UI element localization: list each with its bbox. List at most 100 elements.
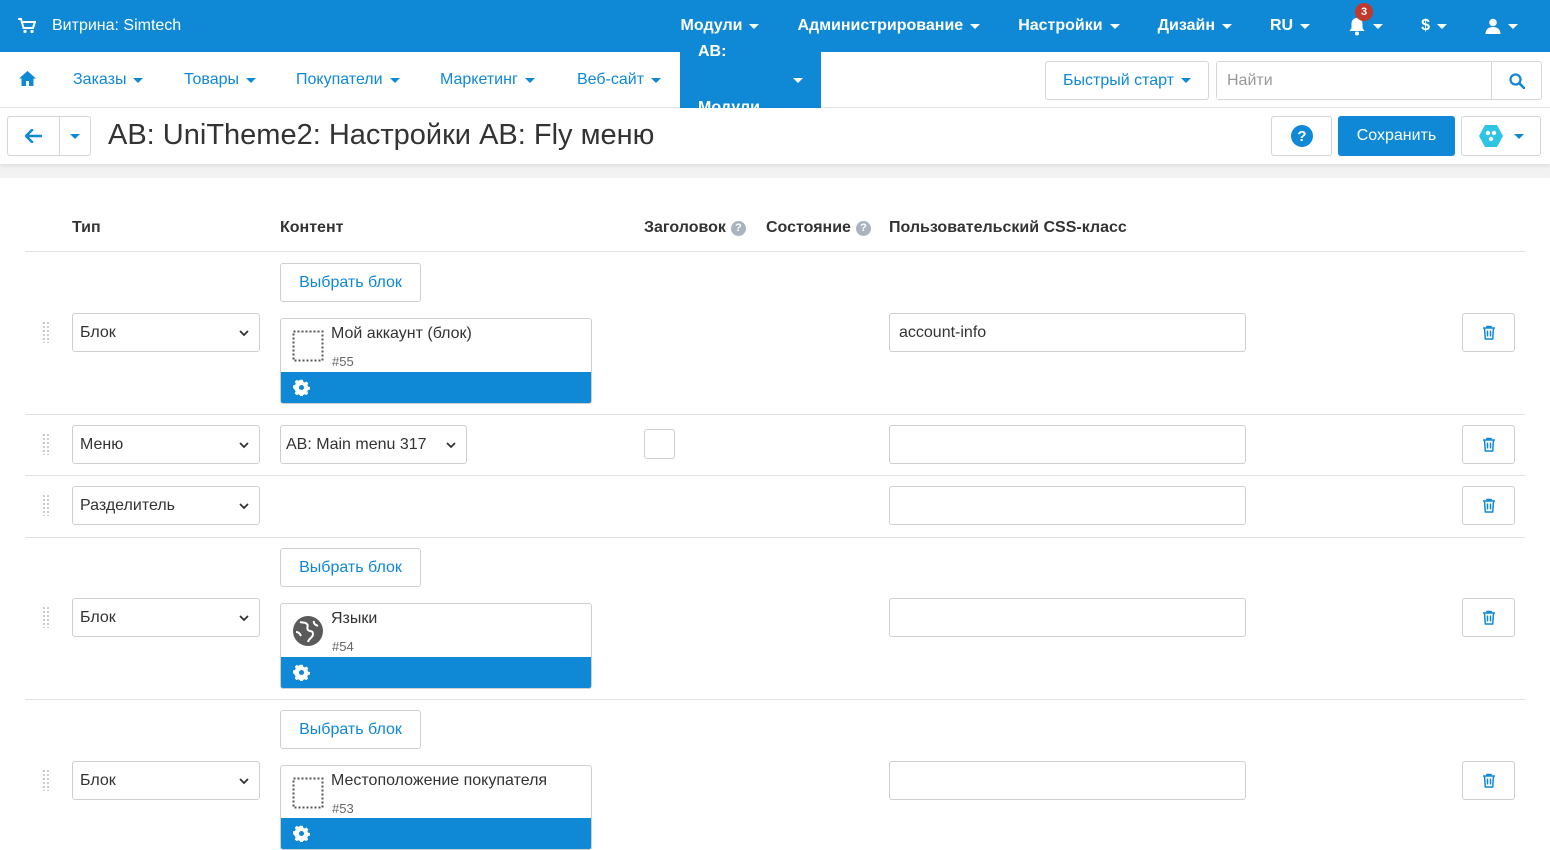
block-name: Мой аккаунт (блок) — [331, 325, 472, 342]
save-button[interactable]: Сохранить — [1338, 116, 1455, 156]
column-header-content: Контент — [280, 219, 344, 236]
block-id: #53 — [332, 801, 354, 816]
column-header-type: Тип — [72, 219, 101, 236]
chevron-down-icon — [239, 503, 249, 510]
caret-down-icon — [651, 77, 662, 83]
nav-customers[interactable]: Покупатели — [296, 52, 400, 108]
addon-menu-button[interactable] — [1461, 116, 1541, 156]
drag-handle[interactable] — [42, 321, 50, 343]
nav-website[interactable]: Веб-сайт — [577, 52, 662, 108]
addon-logo-icon — [1479, 125, 1503, 147]
back-button[interactable] — [8, 117, 60, 155]
history-dropdown[interactable] — [60, 117, 90, 155]
title-bar: AB: UniTheme2: Настройки AB: Fly меню ? … — [0, 108, 1550, 164]
arrow-left-icon — [25, 129, 42, 143]
currency-selector[interactable]: $ — [1421, 17, 1447, 35]
caret-down-icon — [1181, 78, 1192, 83]
help-button[interactable]: ? — [1271, 116, 1332, 156]
chevron-down-icon — [446, 442, 456, 449]
trash-icon — [1482, 773, 1495, 788]
nav-marketing[interactable]: Маркетинг — [440, 52, 535, 108]
divider — [25, 475, 1525, 476]
heading-checkbox[interactable] — [644, 429, 675, 459]
css-class-input[interactable] — [889, 486, 1246, 525]
caret-down-icon — [1514, 133, 1524, 139]
drag-handle[interactable] — [42, 433, 50, 455]
caret-down-icon — [1109, 23, 1120, 29]
nav-products[interactable]: Товары — [184, 52, 257, 108]
nav-orders[interactable]: Заказы — [73, 52, 144, 108]
drag-handle[interactable] — [42, 494, 50, 516]
gear-icon[interactable] — [293, 664, 310, 681]
block-name: Местоположение покупателя — [331, 772, 548, 789]
select-block-button[interactable]: Выбрать блок — [280, 710, 421, 749]
caret-down-icon — [970, 23, 981, 29]
search-button[interactable] — [1491, 62, 1541, 99]
column-header-heading: Заголовок? — [644, 218, 746, 238]
delete-row-button[interactable] — [1462, 486, 1515, 525]
globe-icon — [293, 616, 323, 646]
storefront-switcher[interactable]: Витрина: Simtech — [18, 17, 181, 35]
drag-handle[interactable] — [42, 769, 50, 791]
search-input[interactable] — [1217, 62, 1491, 99]
quick-start-button[interactable]: Быстрый старт — [1045, 61, 1209, 100]
block-card: Мой аккаунт (блок) #55 — [280, 318, 592, 404]
notifications-button[interactable]: 3 — [1348, 2, 1384, 36]
caret-down-icon — [70, 133, 80, 139]
page-title: AB: UniTheme2: Настройки AB: Fly меню — [108, 119, 655, 151]
caret-down-icon — [246, 77, 257, 83]
type-select[interactable]: Разделитель — [72, 486, 260, 525]
top-menu-settings[interactable]: Настройки — [1018, 17, 1120, 35]
block-card: Местоположение покупателя #53 — [280, 765, 592, 850]
main-nav: Заказы Товары Покупатели Маркетинг Веб-с… — [0, 43, 1550, 116]
language-selector[interactable]: RU — [1270, 17, 1311, 35]
gear-icon[interactable] — [293, 825, 310, 842]
home-icon[interactable] — [18, 70, 37, 87]
caret-down-icon — [1300, 23, 1311, 29]
dotted-square-icon — [292, 330, 324, 362]
top-menu: Модули Администрирование Настройки Дизай… — [681, 0, 1550, 52]
search-box — [1216, 61, 1542, 100]
column-header-state: Состояние? — [766, 218, 871, 238]
delete-row-button[interactable] — [1462, 761, 1515, 800]
top-menu-administration[interactable]: Администрирование — [797, 17, 981, 35]
select-block-button[interactable]: Выбрать блок — [280, 548, 421, 587]
css-class-input[interactable] — [889, 425, 1246, 464]
block-card: Языки #54 — [280, 603, 592, 689]
css-class-input[interactable] — [889, 598, 1246, 637]
chevron-down-icon — [239, 778, 249, 785]
menu-select[interactable]: AB: Main menu 317 — [280, 425, 467, 464]
delete-row-button[interactable] — [1462, 313, 1515, 352]
css-class-input[interactable] — [889, 761, 1246, 800]
block-card-footer — [281, 372, 591, 403]
user-menu[interactable] — [1485, 18, 1518, 34]
select-block-button[interactable]: Выбрать блок — [280, 263, 421, 302]
block-id: #54 — [332, 639, 354, 654]
gear-icon[interactable] — [293, 379, 310, 396]
question-icon[interactable]: ? — [730, 220, 746, 236]
type-select[interactable]: Блок — [72, 598, 260, 637]
cart-icon — [18, 18, 36, 34]
type-select[interactable]: Меню — [72, 425, 260, 464]
top-menu-design[interactable]: Дизайн — [1158, 17, 1232, 35]
divider — [25, 251, 1525, 252]
search-icon — [1508, 72, 1525, 89]
type-select[interactable]: Блок — [72, 761, 260, 800]
caret-down-icon — [793, 77, 803, 83]
drag-handle[interactable] — [42, 606, 50, 628]
question-circle-icon: ? — [1290, 125, 1313, 147]
caret-down-icon — [1508, 23, 1518, 29]
trash-icon — [1482, 610, 1495, 625]
question-icon[interactable]: ? — [855, 220, 871, 236]
svg-text:?: ? — [1297, 128, 1306, 145]
css-class-input[interactable]: account-info — [889, 313, 1246, 352]
nav-ab-addons[interactable]: AB: Модули — [680, 43, 821, 116]
divider — [25, 414, 1525, 415]
delete-row-button[interactable] — [1462, 425, 1515, 464]
type-select[interactable]: Блок — [72, 313, 260, 352]
chevron-down-icon — [239, 442, 249, 449]
block-card-footer — [281, 657, 591, 688]
delete-row-button[interactable] — [1462, 598, 1515, 637]
caret-down-icon — [133, 77, 144, 83]
user-icon — [1485, 18, 1501, 34]
